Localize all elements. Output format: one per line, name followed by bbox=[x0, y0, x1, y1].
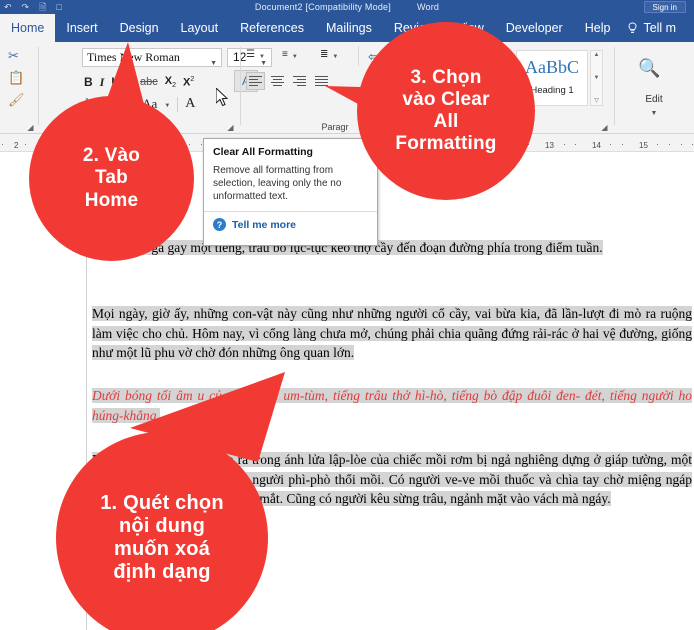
sign-in-button[interactable]: Sign in bbox=[643, 1, 686, 13]
window-title: Document2 [Compatibility Mode] Word bbox=[0, 0, 694, 14]
tell-me-label: Tell m bbox=[643, 21, 677, 35]
paragraph-text: Mọi ngày, giờ ấy, những con-vật này cũng… bbox=[92, 306, 692, 360]
styles-more-icon[interactable]: ▽ bbox=[594, 97, 599, 104]
callout-step-2: 2. Vào Tab Home bbox=[29, 96, 194, 261]
cut-icon[interactable]: ✂ bbox=[8, 48, 19, 64]
ruler-dot bbox=[622, 144, 623, 145]
tell-me-more-link[interactable]: ? Tell me more bbox=[213, 218, 368, 231]
document-paragraph[interactable]: Bắt đầu từ ga gay một tiếng, trâu bò lục… bbox=[92, 238, 692, 258]
scroll-up-icon[interactable]: ▲ bbox=[594, 52, 600, 58]
subscript-index: 2 bbox=[172, 82, 176, 90]
align-center-button[interactable] bbox=[268, 72, 287, 90]
font-dialog-launcher[interactable]: ◢ bbox=[226, 123, 235, 132]
tell-me-search[interactable]: Tell m bbox=[621, 14, 676, 42]
lightbulb-icon bbox=[627, 22, 638, 35]
format-painter-icon[interactable]: 🖌 bbox=[8, 92, 25, 108]
chevron-down-icon[interactable]: ▼ bbox=[210, 55, 217, 66]
align-right-button[interactable] bbox=[290, 72, 309, 90]
ribbon-group-editing[interactable]: 🔍 Edit ▼ bbox=[614, 42, 694, 134]
tooltip-divider bbox=[204, 211, 377, 212]
ruler-mark: 13 bbox=[545, 141, 554, 150]
numbering-chevron-down-icon[interactable]: ▼ bbox=[292, 54, 298, 60]
ruler-dot bbox=[610, 144, 611, 145]
word-window: ↶ ↷ 🗎 □ Document2 [Compatibility Mode] Wo… bbox=[0, 0, 694, 630]
ruler-dot bbox=[564, 144, 565, 145]
help-icon: ? bbox=[213, 218, 226, 231]
bullets-chevron-down-icon[interactable]: ▼ bbox=[259, 54, 265, 60]
app-name: Word bbox=[416, 2, 440, 12]
ruler-dot bbox=[669, 144, 670, 145]
tooltip-body: Remove all formatting from selection, le… bbox=[213, 165, 342, 202]
paragraph-align-row bbox=[246, 72, 331, 90]
editing-chevron-down-icon[interactable]: ▼ bbox=[651, 110, 658, 117]
ribbon-tabs: Home Insert Design Layout References Mailings… bbox=[0, 14, 694, 42]
tell-me-more-label: Tell me more bbox=[232, 218, 296, 231]
document-paragraph[interactable]: Mọi ngày, giờ ấy, những con-vật này cũng… bbox=[92, 304, 692, 363]
divider bbox=[177, 96, 179, 112]
ruler-dot bbox=[201, 144, 202, 145]
ruler-dot bbox=[692, 144, 693, 145]
ribbon-tab-insert[interactable]: Insert bbox=[55, 14, 108, 42]
subscript-button[interactable]: X2 bbox=[165, 75, 176, 89]
callout-step-3-text: 3. Chọn vào Clear All Formatting bbox=[395, 66, 497, 155]
ruler-dot bbox=[681, 144, 682, 145]
editing-label: Edit bbox=[645, 94, 663, 105]
ribbon-tab-home[interactable]: Home bbox=[0, 14, 56, 42]
ruler-dot bbox=[575, 144, 576, 145]
copy-icon[interactable]: 📋 bbox=[8, 70, 24, 86]
callout-step-1: 1. Quét chọn nội dung muốn xoá định dạng bbox=[56, 432, 268, 630]
ribbon-group-clipboard: ✂ 📋 🖌 ◢ bbox=[0, 42, 38, 134]
ruler-mark: 14 bbox=[592, 141, 601, 150]
styles-scroll-buttons[interactable]: ▲ ▼ ▽ bbox=[590, 50, 603, 106]
ribbon-tab-developer[interactable]: Developer bbox=[495, 14, 574, 42]
subscript-glyph: X bbox=[164, 74, 173, 87]
find-icon[interactable]: 🔍 bbox=[638, 58, 660, 79]
tooltip-title: Clear All Formatting bbox=[213, 146, 313, 158]
superscript-button[interactable]: X2 bbox=[183, 76, 194, 89]
callout-step-2-text: 2. Vào Tab Home bbox=[82, 145, 141, 211]
title-bar: ↶ ↷ 🗎 □ Document2 [Compatibility Mode] Wo… bbox=[0, 0, 694, 14]
ribbon-tab-bar: Home Insert Design Layout References Mailings… bbox=[0, 14, 694, 42]
ruler-dot bbox=[189, 144, 190, 145]
ribbon-tab-help[interactable]: Help bbox=[574, 14, 622, 42]
ribbon-tab-mailings[interactable]: Mailings bbox=[315, 14, 383, 42]
divider bbox=[358, 46, 359, 66]
numbering-button[interactable]: ≡ ▼ bbox=[282, 49, 298, 60]
ruler-dot bbox=[25, 144, 26, 145]
callout-step-1-text: 1. Quét chọn nội dung muốn xoá định dạng bbox=[100, 491, 224, 584]
multilevel-chevron-down-icon[interactable]: ▼ bbox=[332, 54, 338, 60]
callout-step-3: 3. Chọn vào Clear All Formatting bbox=[357, 22, 535, 200]
superscript-index: 2 bbox=[190, 75, 195, 83]
ribbon-tab-references[interactable]: References bbox=[229, 14, 315, 42]
grow-font-button[interactable]: A bbox=[185, 96, 195, 112]
multilevel-list-button[interactable]: ≣ ▼ bbox=[320, 49, 338, 60]
ribbon-tab-layout[interactable]: Layout bbox=[170, 14, 230, 42]
ruler-dot bbox=[2, 144, 3, 145]
ruler-mark: 15 bbox=[639, 141, 648, 150]
mouse-cursor-icon bbox=[216, 88, 229, 107]
styles-dialog-launcher[interactable]: ◢ bbox=[600, 123, 609, 132]
clear-formatting-tooltip: Clear All Formatting Remove all formatti… bbox=[203, 138, 378, 246]
change-case-chevron-down-icon[interactable]: ▼ bbox=[164, 103, 170, 109]
clipboard-dialog-launcher[interactable]: ◢ bbox=[26, 123, 35, 132]
ribbon-tab-design[interactable]: Design bbox=[109, 14, 170, 42]
document-title: Document2 [Compatibility Mode] bbox=[254, 2, 391, 12]
ruler-dot bbox=[657, 144, 658, 145]
align-left-button[interactable] bbox=[246, 72, 265, 90]
scroll-down-icon[interactable]: ▼ bbox=[594, 75, 600, 81]
bullets-button[interactable]: ☰ ▼ bbox=[246, 49, 265, 60]
ruler-mark: 2 bbox=[14, 141, 19, 150]
